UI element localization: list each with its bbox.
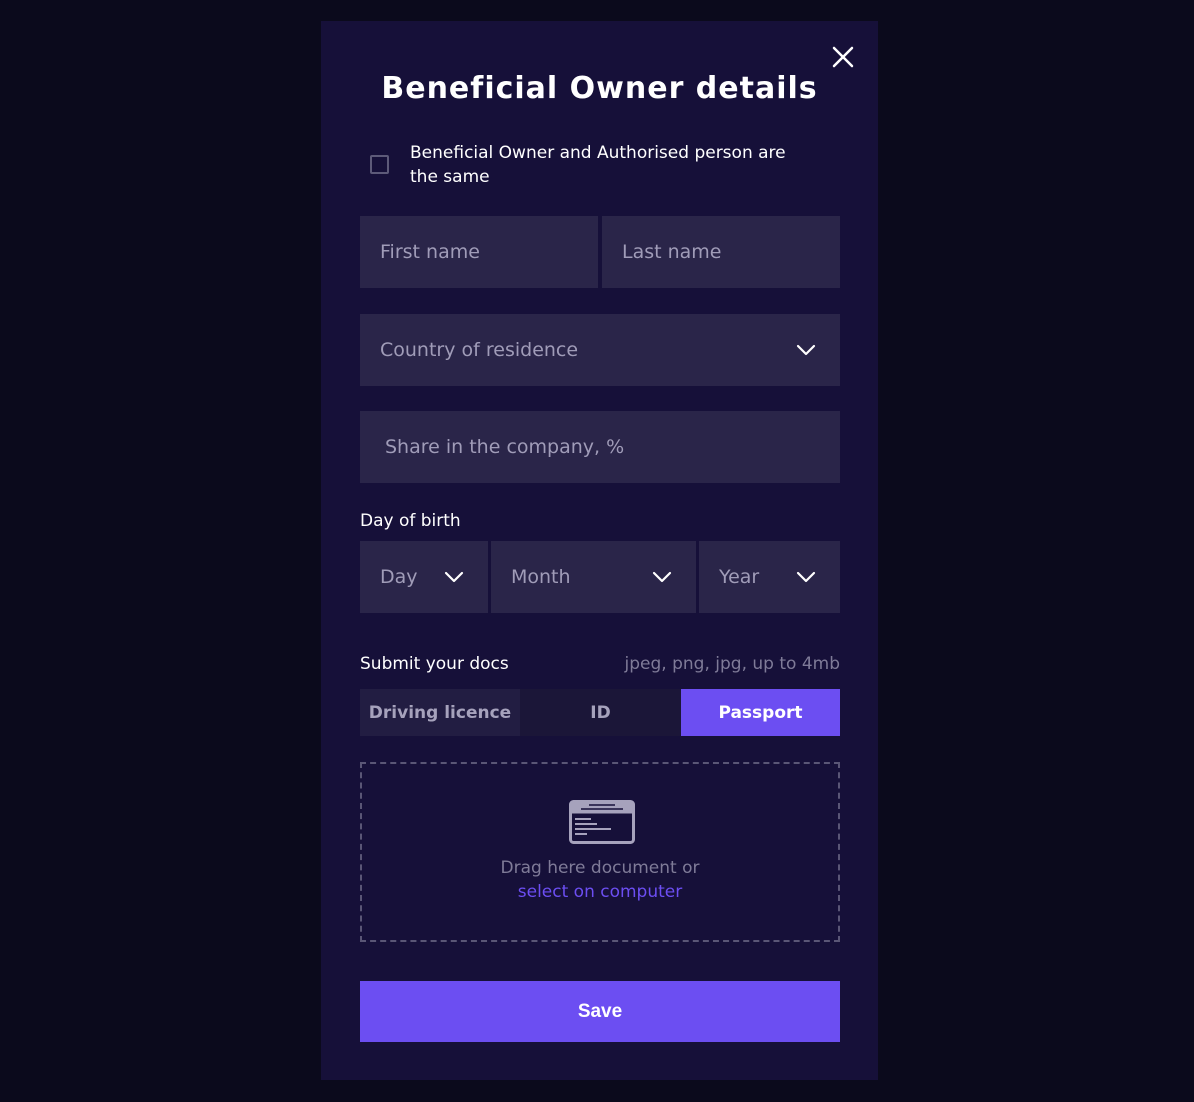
chevron-down-icon [444, 568, 464, 586]
share-input[interactable]: Share in the company, % [360, 411, 840, 483]
chevron-down-icon [796, 341, 816, 359]
birth-month-value: Month [511, 566, 571, 588]
birth-year-select[interactable]: Year [699, 541, 840, 613]
beneficial-owner-modal: Beneficial Owner details Beneficial Owne… [321, 21, 878, 1080]
birth-day-value: Day [380, 566, 418, 588]
last-name-placeholder: Last name [622, 241, 722, 263]
chevron-down-icon [796, 568, 816, 586]
birth-label: Day of birth [360, 511, 461, 531]
docs-label: Submit your docs [360, 654, 509, 674]
select-file-link[interactable]: select on computer [362, 882, 838, 902]
doc-type-tabs: Driving licence ID Passport [360, 689, 840, 736]
tab-driving-licence[interactable]: Driving licence [360, 689, 520, 736]
dropzone-text: Drag here document or [500, 858, 700, 878]
document-dropzone[interactable]: Drag here document or select on computer [360, 762, 840, 942]
chevron-down-icon [652, 568, 672, 586]
id-card-icon [569, 800, 635, 844]
country-placeholder: Country of residence [380, 339, 579, 361]
same-person-label: Beneficial Owner and Authorised person a… [410, 143, 786, 187]
tab-passport[interactable]: Passport [681, 689, 840, 736]
close-icon[interactable] [831, 45, 855, 69]
birth-year-value: Year [719, 566, 760, 588]
first-name-input[interactable]: First name [360, 216, 598, 288]
same-person-checkbox[interactable] [370, 155, 389, 174]
birth-month-select[interactable]: Month [491, 541, 696, 613]
last-name-input[interactable]: Last name [602, 216, 840, 288]
save-button[interactable]: Save [360, 981, 840, 1042]
docs-hint: jpeg, png, jpg, up to 4mb [624, 654, 840, 674]
share-placeholder: Share in the company, % [385, 436, 625, 458]
country-select[interactable]: Country of residence [360, 314, 840, 386]
modal-title: Beneficial Owner details [381, 71, 818, 106]
birth-day-select[interactable]: Day [360, 541, 488, 613]
same-person-row[interactable]: Beneficial Owner and Authorised person a… [370, 141, 810, 193]
first-name-placeholder: First name [380, 241, 480, 263]
tab-id[interactable]: ID [520, 689, 681, 736]
